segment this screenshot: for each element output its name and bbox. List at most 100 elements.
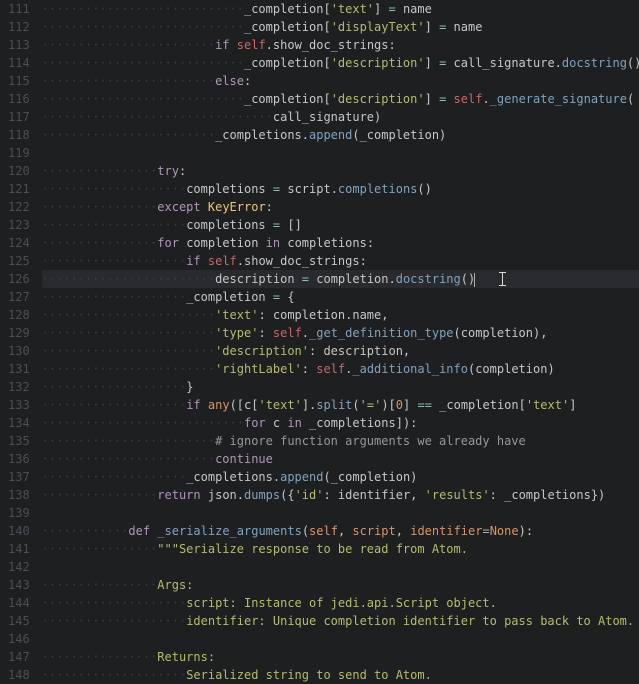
indent-guides: ························ — [42, 308, 215, 322]
line-number: 132 — [8, 378, 30, 396]
code-line[interactable] — [42, 630, 639, 648]
token-var: ] — [374, 2, 388, 16]
token-var: json. — [201, 488, 244, 502]
line-number: 125 — [8, 252, 30, 270]
token-fn: docstring — [562, 56, 627, 70]
indent-guides: ················ — [42, 542, 158, 556]
line-number: 141 — [8, 540, 30, 558]
token-kw: continue — [215, 452, 273, 466]
indent-guides: ···················· — [42, 254, 187, 268]
token-str: Args: — [157, 578, 193, 592]
code-line[interactable]: ················Args: — [42, 576, 639, 594]
code-line[interactable]: ····························_completion[… — [42, 54, 639, 72]
token-var: (_completion) — [323, 470, 417, 484]
token-var: call_signature) — [273, 110, 381, 124]
token-param: identifier — [410, 524, 482, 538]
indent-guides: ················ — [42, 200, 158, 214]
indent-guides: ···························· — [42, 92, 244, 106]
code-line[interactable] — [42, 504, 639, 522]
code-line[interactable]: ····················script: Instance of … — [42, 594, 639, 612]
code-line[interactable]: ························else: — [42, 72, 639, 90]
token-fn: _generate_signature — [490, 92, 627, 106]
token-var: () — [461, 272, 475, 286]
code-line[interactable]: ························continue — [42, 450, 639, 468]
token-var: _completion[ — [244, 56, 331, 70]
token-var: { — [280, 290, 294, 304]
token-var: (completion) — [468, 362, 555, 376]
token-kw: if — [215, 38, 229, 52]
code-line[interactable]: ····················Serialized string to… — [42, 666, 639, 684]
code-line[interactable] — [42, 144, 639, 162]
code-line[interactable]: ················"""Serialize response to… — [42, 540, 639, 558]
code-line[interactable]: ····························for c in _co… — [42, 414, 639, 432]
code-line[interactable]: ····················completions = [] — [42, 216, 639, 234]
line-number: 116 — [8, 90, 30, 108]
code-editor[interactable]: 1111121131141151161171181191201211221231… — [0, 0, 639, 684]
code-line[interactable]: ····························_completion[… — [42, 0, 639, 18]
token-var: ({ — [280, 488, 294, 502]
code-line[interactable]: ····················_completion = { — [42, 288, 639, 306]
code-line[interactable]: ························if self.show_doc… — [42, 36, 639, 54]
token-self: self — [208, 254, 237, 268]
token-var: completions: — [280, 236, 374, 250]
line-number: 133 — [8, 396, 30, 414]
token-kw: in — [266, 236, 280, 250]
indent-guides: ························ — [42, 272, 215, 286]
vertical-scrollbar[interactable] — [629, 0, 639, 684]
line-number: 145 — [8, 612, 30, 630]
code-line[interactable]: ························# ignore functio… — [42, 432, 639, 450]
code-line[interactable]: ························_completions.app… — [42, 126, 639, 144]
line-number: 148 — [8, 666, 30, 684]
line-number: 114 — [8, 54, 30, 72]
token-var: ( — [352, 398, 359, 412]
indent-guides: ···················· — [42, 218, 187, 232]
code-line[interactable]: ························'rightLabel': se… — [42, 360, 639, 378]
token-var: name — [446, 20, 482, 34]
token-str: Returns: — [157, 650, 215, 664]
token-var: . — [266, 38, 273, 52]
code-line[interactable]: ························'type': self._ge… — [42, 324, 639, 342]
token-var: . — [482, 92, 489, 106]
code-line[interactable]: ····················if any([c['text'].sp… — [42, 396, 639, 414]
code-line[interactable] — [42, 558, 639, 576]
line-number: 130 — [8, 342, 30, 360]
code-line[interactable]: ····················_completions.append(… — [42, 468, 639, 486]
code-line[interactable]: ····················if self.show_doc_str… — [42, 252, 639, 270]
token-var — [201, 398, 208, 412]
code-line[interactable]: ····························_completion[… — [42, 90, 639, 108]
code-line[interactable]: ················try: — [42, 162, 639, 180]
code-area[interactable]: ···························· _completion[… — [42, 0, 639, 684]
code-line[interactable]: ················return json.dumps({'id':… — [42, 486, 639, 504]
code-line[interactable]: ························'text': completi… — [42, 306, 639, 324]
code-line[interactable]: ····························_completion[… — [42, 18, 639, 36]
token-var: : — [302, 362, 316, 376]
code-line[interactable]: ························description = co… — [42, 270, 639, 288]
line-number: 138 — [8, 486, 30, 504]
token-str: 'id' — [295, 488, 324, 502]
line-number: 139 — [8, 504, 30, 522]
indent-guides: ···················· — [42, 182, 187, 196]
token-var: ] — [569, 398, 576, 412]
token-self: self — [237, 38, 266, 52]
token-var — [201, 200, 208, 214]
code-line[interactable]: ················for completion in comple… — [42, 234, 639, 252]
code-line[interactable]: ····················completions = script… — [42, 180, 639, 198]
line-number: 131 — [8, 360, 30, 378]
code-line[interactable]: ························'description': d… — [42, 342, 639, 360]
code-line[interactable]: ····················} — [42, 378, 639, 396]
code-line[interactable]: ································call_sig… — [42, 108, 639, 126]
code-line[interactable]: ····················identifier: Unique c… — [42, 612, 639, 630]
token-kw: try — [157, 164, 179, 178]
line-number: 134 — [8, 414, 30, 432]
line-number: 142 — [8, 558, 30, 576]
line-number: 128 — [8, 306, 30, 324]
indent-guides: ················ — [42, 236, 158, 250]
line-number: 112 — [8, 18, 30, 36]
code-line[interactable]: ············def _serialize_arguments(sel… — [42, 522, 639, 540]
token-var: ([c[ — [230, 398, 259, 412]
indent-guides: ···························· — [42, 416, 244, 430]
token-kw: in — [287, 416, 301, 430]
code-line[interactable]: ················except KeyError: — [42, 198, 639, 216]
code-line[interactable]: ················Returns: — [42, 648, 639, 666]
line-number: 118 — [8, 126, 30, 144]
